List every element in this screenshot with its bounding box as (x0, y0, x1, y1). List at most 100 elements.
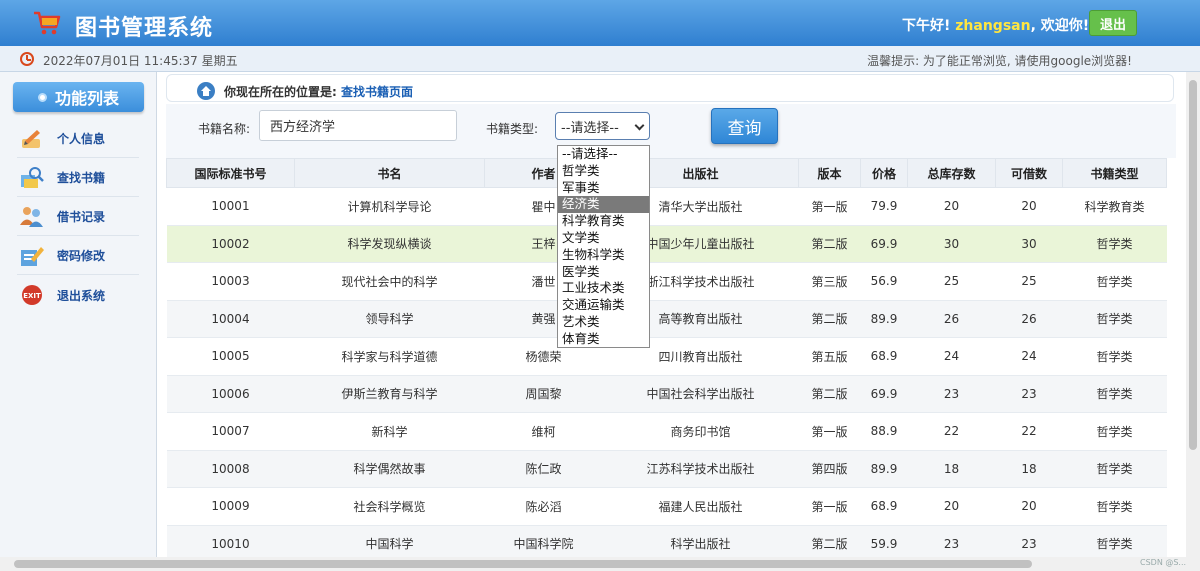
book-type-option[interactable]: 哲学类 (558, 163, 649, 180)
book-type-option[interactable]: 军事类 (558, 180, 649, 197)
table-cell: 10004 (166, 300, 295, 338)
table-cell: 10007 (166, 412, 295, 451)
table-cell: 现代社会中的科学 (294, 262, 485, 301)
table-row[interactable]: 10005 科学家与科学道德 杨德荣 四川教育出版社 第五版 68.9 24 24 哲学类 (166, 337, 1167, 376)
sidebar-item-change-password[interactable]: 密码修改 (17, 237, 139, 275)
table-cell: 10005 (166, 337, 295, 376)
sidebar-item-exit[interactable]: EXIT 退出系统 (17, 276, 139, 314)
watermark: CSDN @S... (1140, 558, 1187, 567)
table-cell: 哲学类 (1062, 375, 1167, 413)
table-cell: 新科学 (294, 412, 485, 451)
table-cell: 科学发现纵横谈 (294, 225, 485, 263)
breadcrumb-prefix: 你现在所在的位置是: (224, 85, 341, 99)
table-cell: 周国黎 (484, 375, 603, 413)
table-cell: 商务印书馆 (602, 412, 799, 451)
pencil-icon (22, 129, 40, 148)
breadcrumb: 你现在所在的位置是: 查找书籍页面 (166, 74, 1174, 102)
table-cell: 25 (907, 262, 996, 301)
book-type-options[interactable]: --请选择-- 哲学类 军事类 经济类 科学教育类 文学类 生物科学类 医学类 工业技术类 交通运… (557, 145, 650, 348)
table-cell: 25 (995, 262, 1063, 301)
clock-icon (20, 52, 34, 66)
logout-button[interactable]: 退出 (1089, 10, 1137, 36)
sidebar-item-label: 密码修改 (57, 249, 106, 263)
column-header: 可借数 (995, 158, 1063, 188)
book-type-option[interactable]: 工业技术类 (558, 280, 649, 297)
breadcrumb-current[interactable]: 查找书籍页面 (341, 85, 413, 99)
table-cell: 69.9 (860, 375, 908, 413)
table-cell: 第一版 (798, 487, 861, 526)
table-row[interactable]: 10001 计算机科学导论 瞿中 清华大学出版社 第一版 79.9 20 20 科学教育类 (166, 187, 1167, 226)
sidebar-item-find-books[interactable]: 查找书籍 (17, 159, 139, 197)
table-cell: 哲学类 (1062, 337, 1167, 376)
column-header: 总库存数 (907, 158, 996, 188)
table-cell: 89.9 (860, 450, 908, 488)
sidebar-item-profile[interactable]: 个人信息 (17, 120, 139, 158)
greeting-prefix: 下午好! (902, 18, 956, 34)
current-datetime: 2022年07月01日 11:45:37 星期五 (43, 54, 238, 68)
table-cell: 社会科学概览 (294, 487, 485, 526)
table-row[interactable]: 10007 新科学 维柯 商务印书馆 第一版 88.9 22 22 哲学类 (166, 412, 1167, 451)
horizontal-scroll-thumb[interactable] (14, 560, 1032, 568)
book-type-option[interactable]: 科学教育类 (558, 213, 649, 230)
table-cell: 哲学类 (1062, 262, 1167, 301)
book-type-option[interactable]: 体育类 (558, 331, 649, 348)
vertical-scrollbar[interactable] (1186, 72, 1200, 557)
book-type-option[interactable]: 生物科学类 (558, 247, 649, 264)
books-table: 国际标准书号 书名 作者 出版社 版本 价格 总库存数 可借数 书籍类型 100… (166, 158, 1167, 563)
table-row[interactable]: 10006 伊斯兰教育与科学 周国黎 中国社会科学出版社 第二版 69.9 23 23 哲学类 (166, 375, 1167, 413)
table-cell: 陈必滔 (484, 487, 603, 526)
table-cell: 哲学类 (1062, 412, 1167, 451)
books-table-wrapper: 国际标准书号 书名 作者 出版社 版本 价格 总库存数 可借数 书籍类型 100… (166, 158, 1176, 571)
book-type-option[interactable]: 医学类 (558, 264, 649, 281)
table-row[interactable]: 10002 科学发现纵横谈 王梓 中国少年儿童出版社 第二版 69.9 30 30 哲学类 (166, 225, 1167, 263)
book-name-input[interactable] (259, 110, 457, 141)
column-header: 书名 (294, 158, 485, 188)
vertical-scroll-thumb[interactable] (1189, 80, 1197, 450)
book-type-option[interactable]: --请选择-- (558, 146, 649, 163)
svg-text:EXIT: EXIT (23, 292, 41, 300)
book-type-option[interactable]: 文学类 (558, 230, 649, 247)
sidebar-item-borrow-records[interactable]: 借书记录 (17, 198, 139, 236)
table-cell: 10008 (166, 450, 295, 488)
table-cell: 10003 (166, 262, 295, 301)
table-cell: 维柯 (484, 412, 603, 451)
table-cell: 22 (907, 412, 996, 451)
main-content: 你现在所在的位置是: 查找书籍页面 书籍名称: 书籍类型: --请选择-- 查询… (166, 72, 1176, 571)
table-cell: 23 (907, 375, 996, 413)
shopping-cart-icon (34, 11, 61, 35)
table-cell: 68.9 (860, 337, 908, 376)
table-cell: 18 (907, 450, 996, 488)
column-header: 价格 (860, 158, 908, 188)
horizontal-scrollbar[interactable] (0, 557, 1200, 571)
table-cell: 哲学类 (1062, 225, 1167, 263)
table-cell: 20 (995, 187, 1063, 226)
table-cell: 哲学类 (1062, 487, 1167, 526)
book-type-select[interactable]: --请选择-- (555, 112, 650, 140)
table-cell: 56.9 (860, 262, 908, 301)
users-icon (20, 206, 43, 227)
table-row[interactable]: 10009 社会科学概览 陈必滔 福建人民出版社 第一版 68.9 20 20 哲学类 (166, 487, 1167, 526)
home-icon (197, 82, 215, 100)
table-cell: 68.9 (860, 487, 908, 526)
table-row[interactable]: 10004 领导科学 黄强 高等教育出版社 第二版 89.9 26 26 哲学类 (166, 300, 1167, 338)
table-cell: 第一版 (798, 187, 861, 226)
table-cell: 第一版 (798, 412, 861, 451)
query-button[interactable]: 查询 (711, 108, 778, 144)
table-row[interactable]: 10003 现代社会中的科学 潘世 浙江科学技术出版社 第三版 56.9 25 25 哲学类 (166, 262, 1167, 301)
greeting: 下午好! zhangsan, 欢迎你! (902, 15, 1089, 35)
table-cell: 10006 (166, 375, 295, 413)
book-type-selected: --请选择-- (561, 120, 619, 136)
table-cell: 26 (995, 300, 1063, 338)
table-cell: 79.9 (860, 187, 908, 226)
greeting-suffix: , 欢迎你! (1030, 18, 1090, 34)
breadcrumb-text: 你现在所在的位置是: 查找书籍页面 (224, 83, 413, 100)
book-type-option[interactable]: 交通运输类 (558, 297, 649, 314)
table-cell: 20 (995, 487, 1063, 526)
sidebar-item-label: 个人信息 (57, 132, 106, 146)
book-type-option[interactable]: 艺术类 (558, 314, 649, 331)
table-row[interactable]: 10008 科学偶然故事 陈仁政 江苏科学技术出版社 第四版 89.9 18 18 哲学类 (166, 450, 1167, 488)
book-type-option[interactable]: 经济类 (558, 196, 649, 214)
table-cell: 18 (995, 450, 1063, 488)
table-cell: 20 (907, 487, 996, 526)
table-cell: 第四版 (798, 450, 861, 488)
